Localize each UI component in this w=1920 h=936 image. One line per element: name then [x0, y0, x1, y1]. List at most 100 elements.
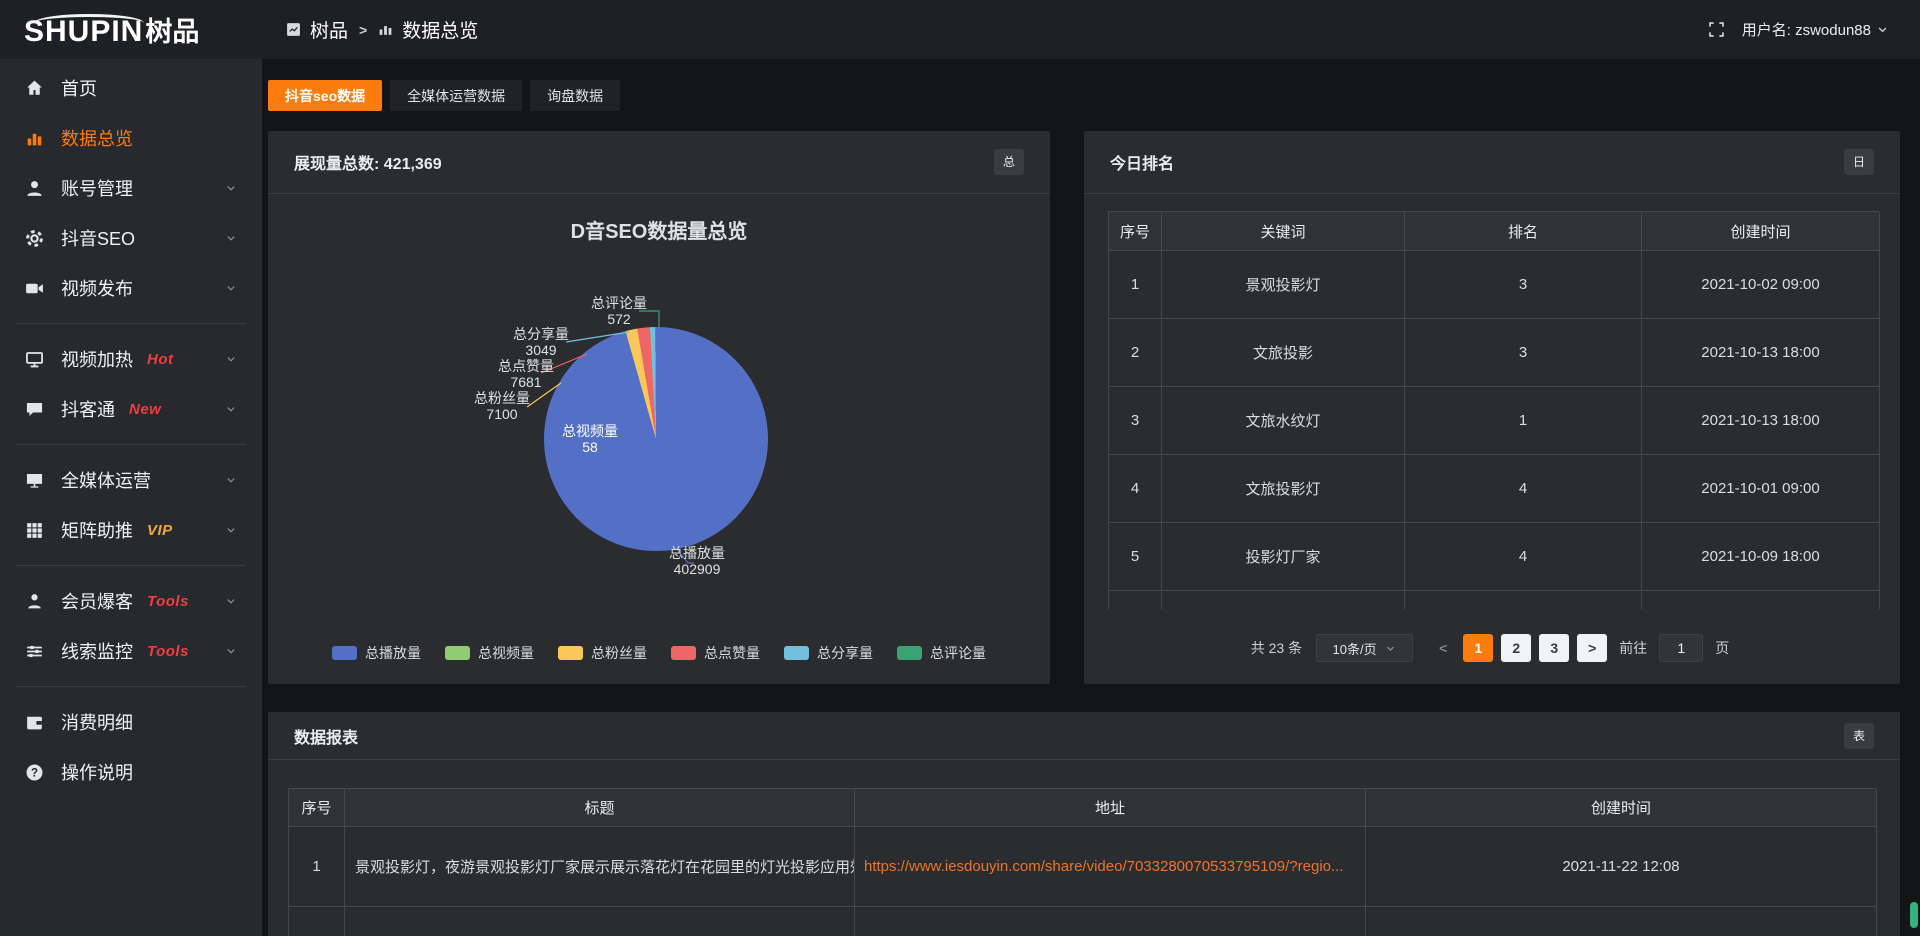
pie-label-4: 总分享量3049	[513, 326, 569, 358]
legend-item-2[interactable]: 总粉丝量	[558, 643, 647, 663]
sidebar-item-douyin-seo[interactable]: 抖音SEO	[0, 213, 262, 263]
sidebar-item-label: 账号管理	[61, 175, 133, 201]
pagination: 共 23 条10条/页<123>前往页	[1084, 634, 1900, 662]
breadcrumb-current: 数据总览	[402, 16, 478, 43]
legend-item-4[interactable]: 总分享量	[784, 643, 873, 663]
report-cell-partial	[345, 907, 855, 936]
rank-header-cell: 排名	[1405, 212, 1642, 251]
question-icon: ?	[24, 762, 45, 783]
legend-item-5[interactable]: 总评论量	[897, 643, 986, 663]
sidebar-item-home[interactable]: 首页	[0, 63, 262, 113]
sidebar-item-instructions[interactable]: ?操作说明	[0, 747, 262, 797]
tab-2[interactable]: 全媒体运营数据	[390, 80, 522, 111]
pie-label-value: 572	[607, 311, 630, 327]
tab-3[interactable]: 询盘数据	[530, 80, 620, 111]
pie-label-2: 总粉丝量7100	[474, 390, 530, 422]
rank-cell-partial	[1405, 591, 1642, 609]
rank-cell-partial	[1109, 591, 1162, 609]
page-button-3[interactable]: 3	[1539, 634, 1569, 662]
sidebar-item-badge: New	[129, 401, 161, 418]
rank-cell: 3	[1109, 387, 1162, 455]
sidebar-menu: 首页数据总览账号管理抖音SEO视频发布视频加热Hot抖客通New全媒体运营矩阵助…	[0, 59, 262, 936]
rank-cell: 文旅投影灯	[1162, 455, 1405, 523]
ranking-panel: 今日排名 日 序号关键词排名创建时间1景观投影灯32021-10-02 09:0…	[1084, 131, 1900, 684]
legend-item-1[interactable]: 总视频量	[445, 643, 534, 663]
report-badge-button[interactable]: 表	[1844, 723, 1874, 749]
rank-header-cell: 创建时间	[1642, 212, 1880, 251]
pie-label-name: 总粉丝量	[474, 390, 530, 406]
chart-legend: 总播放量 总视频量 总粉丝量 总点赞量 总分享量 总评论量	[268, 643, 1050, 663]
chart-title: D音SEO数据量总览	[268, 215, 1050, 244]
page-button-1[interactable]: 1	[1463, 634, 1493, 662]
chart-area: D音SEO数据量总览 总播放量总视频量总粉丝量总点赞量总分享量总评论量 总播放量…	[268, 131, 1050, 684]
app-logo[interactable]: SHUPIN 树品	[0, 10, 262, 49]
report-cell: 1	[289, 827, 345, 907]
rank-cell: 投影灯厂家	[1162, 523, 1405, 591]
rank-cell: 1	[1405, 387, 1642, 455]
page-unit-label: 页	[1715, 638, 1729, 658]
ranking-badge-button[interactable]: 日	[1844, 149, 1874, 175]
sidebar-item-account-manage[interactable]: 账号管理	[0, 163, 262, 213]
pie-label-name: 总评论量	[591, 295, 647, 311]
sidebar-item-douketong[interactable]: 抖客通New	[0, 384, 262, 434]
scrollbar-thumb[interactable]	[1910, 902, 1918, 928]
rank-cell: 3	[1405, 251, 1642, 319]
breadcrumb-separator: >	[357, 22, 369, 38]
next-page-button[interactable]: >	[1577, 634, 1607, 662]
sidebar-item-member-baoke[interactable]: 会员爆客Tools	[0, 576, 262, 626]
report-link[interactable]: https://www.iesdouyin.com/share/video/70…	[855, 827, 1366, 907]
sidebar-item-media-operation[interactable]: 全媒体运营	[0, 455, 262, 505]
app-header: SHUPIN 树品 树品 > 数据总览 用户名: zswodun88	[0, 0, 1920, 59]
ranking-panel-header: 今日排名 日	[1084, 131, 1900, 194]
sidebar-item-matrix-boost[interactable]: 矩阵助推 VIP	[0, 505, 262, 555]
page-button-2[interactable]: 2	[1501, 634, 1531, 662]
page-size-value: 10条/页	[1333, 639, 1377, 658]
breadcrumb: 树品 > 数据总览	[286, 16, 478, 43]
sliders-icon	[24, 641, 45, 662]
pie-label-5: 总评论量572	[591, 295, 647, 327]
user-menu[interactable]: 用户名: zswodun88	[1742, 19, 1890, 40]
chevron-down-icon	[224, 523, 238, 537]
rank-cell-partial	[1642, 591, 1880, 609]
sidebar-item-label: 矩阵助推	[61, 517, 133, 543]
grid-icon	[24, 520, 45, 541]
pie-label-value: 402909	[674, 561, 721, 577]
report-header-cell: 标题	[345, 789, 855, 827]
logo-arc	[34, 14, 144, 32]
sidebar-item-data-overview[interactable]: 数据总览	[0, 113, 262, 163]
sidebar-item-badge: VIP	[147, 522, 173, 539]
prev-page-button[interactable]: <	[1431, 640, 1455, 656]
chevron-down-icon	[224, 473, 238, 487]
sidebar-item-label: 抖音SEO	[61, 225, 135, 251]
rank-cell: 文旅水纹灯	[1162, 387, 1405, 455]
sidebar-item-clue-monitor[interactable]: 线索监控Tools	[0, 626, 262, 676]
chevron-down-icon	[224, 231, 238, 245]
rank-cell: 文旅投影	[1162, 319, 1405, 387]
goto-page-input[interactable]	[1659, 634, 1703, 662]
legend-label: 总视频量	[478, 643, 534, 663]
fullscreen-icon[interactable]	[1707, 20, 1726, 39]
ranking-table: 序号关键词排名创建时间1景观投影灯32021-10-02 09:002文旅投影3…	[1108, 211, 1879, 609]
rank-cell: 2021-10-13 18:00	[1642, 387, 1880, 455]
pie-label-name: 总分享量	[513, 326, 569, 342]
tab-1[interactable]: 抖音seo数据	[268, 80, 382, 111]
sidebar-item-video-heat[interactable]: 视频加热Hot	[0, 334, 262, 384]
page-size-select[interactable]: 10条/页	[1316, 634, 1413, 662]
chevron-down-icon	[224, 594, 238, 608]
legend-item-0[interactable]: 总播放量	[332, 643, 421, 663]
home-icon	[24, 78, 45, 99]
rank-cell: 4	[1405, 455, 1642, 523]
sidebar-item-video-publish[interactable]: 视频发布	[0, 263, 262, 313]
report-panel: 数据报表 表 序号标题地址创建时间1景观投影灯，夜游景观投影灯厂家展示展示落花灯…	[268, 712, 1900, 936]
screen-play-icon	[24, 349, 45, 370]
pie-label-value: 7100	[486, 406, 517, 422]
report-header-cell: 创建时间	[1366, 789, 1877, 827]
gear-icon	[24, 228, 45, 249]
breadcrumb-root[interactable]: 树品	[310, 16, 348, 43]
chevron-down-icon	[1875, 22, 1890, 37]
legend-item-3[interactable]: 总点赞量	[671, 643, 760, 663]
sidebar-item-label: 视频加热	[61, 346, 133, 372]
rank-header-cell: 序号	[1109, 212, 1162, 251]
sidebar-item-consumption-detail[interactable]: 消费明细	[0, 697, 262, 747]
tab-bar: 抖音seo数据全媒体运营数据询盘数据	[268, 80, 620, 111]
